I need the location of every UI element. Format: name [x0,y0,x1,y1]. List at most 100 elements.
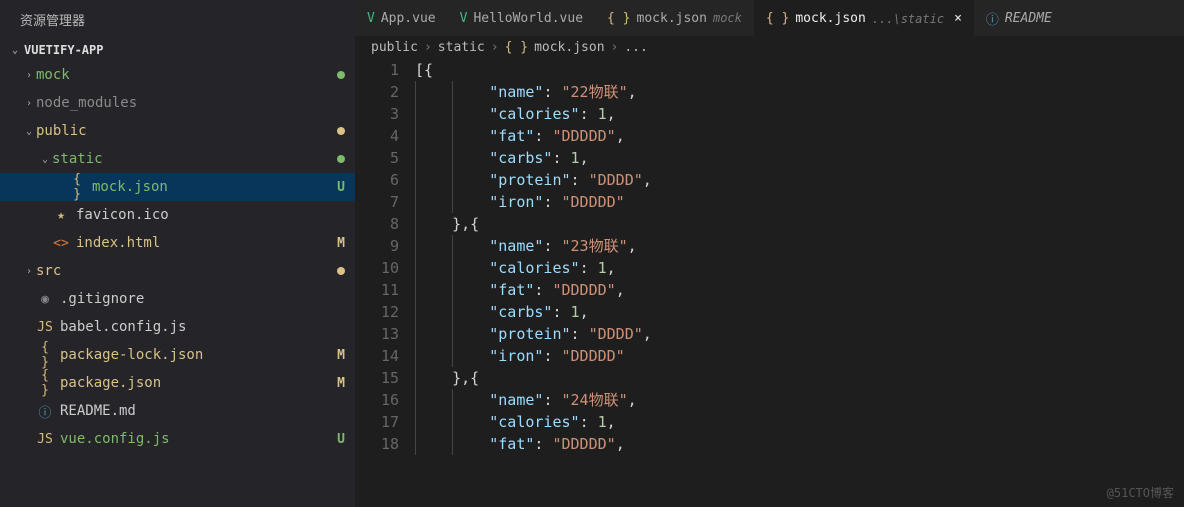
chevron-right-icon: › [491,40,499,55]
git-status-badge: U [331,180,345,195]
code-line[interactable]: "carbs": 1, [415,147,1184,169]
line-number: 18 [355,433,399,455]
code-line[interactable]: "name": "24物联", [415,389,1184,411]
line-number: 12 [355,301,399,323]
file-icon: JS [36,432,54,447]
tree-item[interactable]: ⓘREADME.md [0,397,355,425]
tree-item-label: package-lock.json [60,347,331,363]
tab-bar: VApp.vueVHelloWorld.vue{ }mock.jsonmock{… [355,0,1184,36]
breadcrumb-segment[interactable]: public [371,40,418,55]
chevron-icon: ⌄ [38,154,52,165]
file-icon: { } [36,340,54,370]
line-number: 15 [355,367,399,389]
line-number: 11 [355,279,399,301]
line-number: 7 [355,191,399,213]
code-line[interactable]: "calories": 1, [415,257,1184,279]
tree-item-label: package.json [60,375,331,391]
chevron-icon: › [22,266,36,277]
code-line[interactable]: "iron": "DDDDD" [415,345,1184,367]
chevron-icon: › [22,70,36,81]
tree-item-label: favicon.ico [76,207,345,223]
status-dot [337,71,345,79]
tree-item[interactable]: ◉.gitignore [0,285,355,313]
file-icon: { } [68,172,86,202]
tree-item[interactable]: JSbabel.config.js [0,313,355,341]
tab-description: ...\static [872,12,944,26]
code-line[interactable]: "iron": "DDDDD" [415,191,1184,213]
code-line[interactable]: "protein": "DDDD", [415,323,1184,345]
code-line[interactable]: "carbs": 1, [415,301,1184,323]
code-line[interactable]: "fat": "DDDDD", [415,279,1184,301]
tab-description: mock [713,11,742,25]
tree-item-label: mock.json [92,179,331,195]
tree-item[interactable]: { }package.jsonM [0,369,355,397]
status-dot [337,127,345,135]
line-number: 6 [355,169,399,191]
tree-item-label: node_modules [36,95,345,111]
line-number: 16 [355,389,399,411]
code-editor[interactable]: 123456789101112131415161718 [{ "name": "… [355,59,1184,507]
editor-tab[interactable]: VApp.vue [355,0,448,36]
tab-label: mock.json [637,11,707,26]
tree-item-label: src [36,263,337,279]
breadcrumb-segment[interactable]: static [438,40,485,55]
tab-label: HelloWorld.vue [473,11,583,26]
tree-item[interactable]: ⌄static [0,145,355,173]
code-line[interactable]: "fat": "DDDDD", [415,125,1184,147]
tab-file-icon: ⓘ [986,9,999,28]
explorer-sidebar: 资源管理器 ⌄ VUETIFY-APP ›mock›node_modules⌄p… [0,0,355,507]
tab-file-icon: { } [766,11,789,26]
editor-tab[interactable]: VHelloWorld.vue [448,0,595,36]
tree-item[interactable]: ›mock [0,61,355,89]
tree-item[interactable]: ›node_modules [0,89,355,117]
editor-area: VApp.vueVHelloWorld.vue{ }mock.jsonmock{… [355,0,1184,507]
git-status-badge: U [331,432,345,447]
code-line[interactable]: "name": "23物联", [415,235,1184,257]
tree-item-label: public [36,123,337,139]
tree-item[interactable]: ›src [0,257,355,285]
line-number: 10 [355,257,399,279]
tree-item[interactable]: JS vue.config.jsU [0,425,355,453]
code-line[interactable]: "fat": "DDDDD", [415,433,1184,455]
tree-item-label: mock [36,67,337,83]
tab-label: App.vue [381,11,436,26]
code-line[interactable]: },{ [415,213,1184,235]
git-status-badge: M [331,348,345,363]
tree-item[interactable]: ★favicon.ico [0,201,355,229]
breadcrumb[interactable]: public›static›{ }mock.json›... [355,36,1184,59]
tree-item[interactable]: <>index.htmlM [0,229,355,257]
tab-label: README [1005,11,1052,26]
code-line[interactable]: [{ [415,59,1184,81]
code-line[interactable]: "calories": 1, [415,411,1184,433]
status-dot [337,155,345,163]
tree-item-label: vue.config.js [60,431,331,447]
project-name: VUETIFY-APP [24,43,103,57]
code-line[interactable]: },{ [415,367,1184,389]
line-number: 4 [355,125,399,147]
tree-item-label: static [52,151,337,167]
tab-label: mock.json [795,11,865,26]
line-number: 14 [355,345,399,367]
editor-tab[interactable]: { } mock.json mock [595,0,754,36]
code-line[interactable]: "calories": 1, [415,103,1184,125]
file-icon: ⓘ [36,402,54,421]
tab-file-icon: { } [607,11,630,26]
code-line[interactable]: "protein": "DDDD", [415,169,1184,191]
editor-tab[interactable]: { } mock.json ...\static × [754,0,974,36]
breadcrumb-tail[interactable]: ... [624,40,647,55]
editor-tab[interactable]: ⓘ README [974,0,1064,36]
line-number: 1 [355,59,399,81]
chevron-down-icon: ⌄ [8,45,22,56]
tree-item[interactable]: { } mock.jsonU [0,173,355,201]
close-icon[interactable]: × [954,11,962,26]
line-gutter: 123456789101112131415161718 [355,59,415,507]
code-line[interactable]: "name": "22物联", [415,81,1184,103]
tree-item[interactable]: { } package-lock.jsonM [0,341,355,369]
tree-item[interactable]: ⌄public [0,117,355,145]
project-header[interactable]: ⌄ VUETIFY-APP [0,39,355,61]
chevron-icon: › [22,98,36,109]
git-status-badge: M [331,376,345,391]
code-content[interactable]: [{ "name": "22物联", "calories": 1, "fat":… [415,59,1184,507]
breadcrumb-file[interactable]: mock.json [534,40,604,55]
chevron-right-icon: › [424,40,432,55]
